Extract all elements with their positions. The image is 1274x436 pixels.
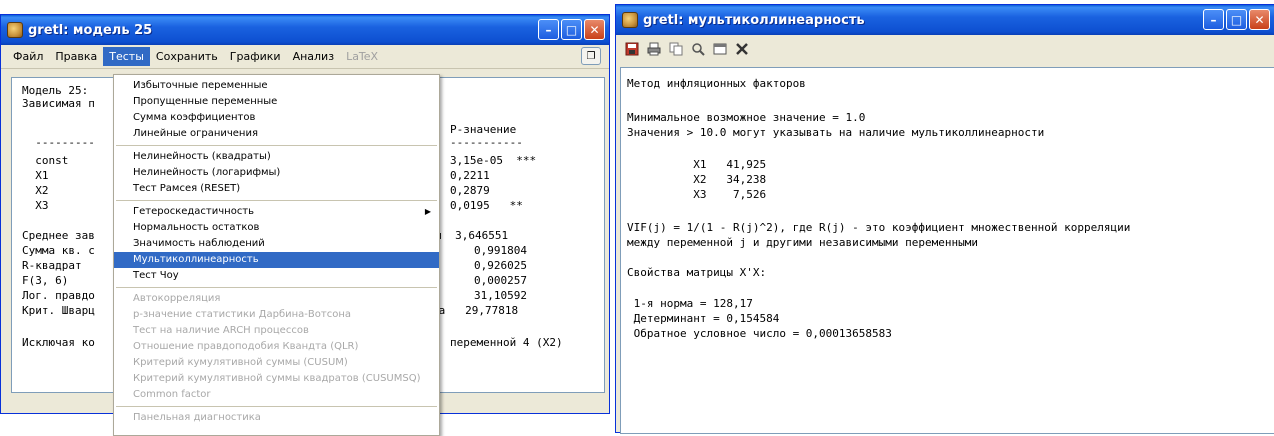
menu-item-omitted-vars[interactable]: Пропущенные переменные [114, 94, 439, 110]
menu-save[interactable]: Сохранить [150, 47, 224, 66]
menu-item-durbin-watson[interactable]: p-значение статистики Дарбина-Вотсона [114, 307, 439, 323]
restore-window-button[interactable]: ❐ [581, 47, 601, 65]
text-line: Лог. правдо [22, 289, 95, 302]
menu-file[interactable]: Файл [7, 47, 49, 66]
menu-item-autocorrelation[interactable]: Автокорреляция [114, 291, 439, 307]
menu-separator [116, 287, 437, 288]
model-menubar: Файл Правка Тесты Сохранить Графики Анал… [1, 45, 609, 69]
menu-separator [116, 145, 437, 146]
menu-item-influential-obs[interactable]: Значимость наблюдений [114, 236, 439, 252]
text-line: переменной 4 (X2) [450, 336, 563, 349]
multicollinearity-window-titlebar[interactable]: gretl: мультиколлинеарность – □ ✕ [616, 5, 1274, 35]
maximize-button[interactable]: □ [1226, 9, 1247, 30]
text-line: 0,2879 [450, 184, 490, 197]
print-icon[interactable] [646, 41, 662, 57]
text-line: X3 [22, 199, 49, 212]
text-line: Крит. Шварц [22, 304, 95, 317]
copy-icon[interactable] [668, 41, 684, 57]
menu-item-nonlinearity-logs[interactable]: Нелинейность (логарифмы) [114, 165, 439, 181]
text-line: P-значение [450, 123, 517, 136]
menu-graphs[interactable]: Графики [224, 47, 287, 66]
menu-item-heteroskedasticity[interactable]: Гетероскедастичность ▶ [114, 204, 439, 220]
text-line: 1-я норма = 128,17 [627, 297, 753, 310]
text-line: VIF(j) = 1/(1 - R(j)^2), где R(j) - это … [627, 221, 1131, 234]
close-button[interactable]: ✕ [1249, 9, 1270, 30]
text-line: на 29,77818 [432, 304, 519, 317]
multicollinearity-window: gretl: мультиколлинеарность – □ ✕ Метод … [615, 4, 1274, 434]
results-toolbar [616, 35, 1274, 63]
menu-item-cusum[interactable]: Критерий кумулятивной суммы (CUSUM) [114, 355, 439, 371]
text-line: Значения > 10.0 могут указывать на налич… [627, 126, 1045, 139]
text-line: const [22, 154, 69, 167]
text-line: Модель 25: [22, 84, 89, 97]
menu-item-linear-restrictions[interactable]: Линейные ограничения [114, 126, 439, 142]
text-line: Зависимая п [22, 97, 95, 110]
menu-item-cusumsq[interactable]: Критерий кумулятивной суммы квадратов (C… [114, 371, 439, 387]
close-button[interactable]: ✕ [584, 19, 605, 40]
menu-item-reset-test[interactable]: Тест Рамсея (RESET) [114, 181, 439, 197]
submenu-arrow-icon: ▶ [424, 207, 431, 216]
tests-dropdown-menu: Избыточные переменные Пропущенные переме… [113, 74, 440, 436]
text-line: X2 34,238 [627, 173, 767, 186]
text-line: Метод инфляционных факторов [627, 77, 806, 90]
maximize-button[interactable]: □ [561, 19, 582, 40]
text-line: R-квадрат [22, 259, 82, 272]
text-line: X2 [22, 184, 49, 197]
minimize-button[interactable]: – [1203, 9, 1224, 30]
text-line: 0,926025 [474, 259, 527, 272]
close-icon[interactable] [734, 41, 750, 57]
text-line: Сумма кв. с [22, 244, 95, 257]
window-icon[interactable] [712, 41, 728, 57]
find-icon[interactable] [690, 41, 706, 57]
menu-edit[interactable]: Правка [49, 47, 103, 66]
menu-latex[interactable]: LaTeX [340, 47, 384, 66]
text-line: Свойства матрицы X'X: [627, 266, 767, 279]
text-line: ----------- [450, 136, 523, 149]
model-window-titlebar[interactable]: gretl: модель 25 – □ ✕ [1, 15, 609, 45]
menu-item-heteroskedasticity-label: Гетероскедастичность [133, 206, 255, 217]
text-line: X1 [22, 169, 49, 182]
menu-item-normality[interactable]: Нормальность остатков [114, 220, 439, 236]
menu-item-coef-sum[interactable]: Сумма коэффициентов [114, 110, 439, 126]
menu-item-redundant-vars[interactable]: Избыточные переменные [114, 78, 439, 94]
menu-item-common-factor[interactable]: Common factor [114, 387, 439, 403]
text-line: Минимальное возможное значение = 1.0 [627, 111, 866, 124]
menu-item-chow-test[interactable]: Тест Чоу [114, 268, 439, 284]
menu-item-multicollinearity[interactable]: Мультиколлинеарность [114, 252, 439, 268]
text-line: между переменной j и другими независимым… [627, 236, 978, 249]
text-line: X3 7,526 [627, 188, 767, 201]
save-icon[interactable] [624, 41, 640, 57]
text-line: 3,15e-05 *** [450, 154, 537, 167]
text-line: 0,2211 [450, 169, 490, 182]
multicollinearity-window-title: gretl: мультиколлинеарность [643, 12, 865, 28]
minimize-button[interactable]: – [538, 19, 559, 40]
text-line: Детерминант = 0,154584 [627, 312, 780, 325]
multicollinearity-output-text[interactable]: Метод инфляционных факторов Минимальное … [620, 67, 1274, 434]
menu-analysis[interactable]: Анализ [287, 47, 341, 66]
text-line: 0,991804 [474, 244, 527, 257]
gretl-app-icon [7, 22, 23, 38]
text-line: 31,10592 [474, 289, 527, 302]
text-line: Исключая ко [22, 336, 95, 349]
text-line: X1 41,925 [627, 158, 767, 171]
menu-item-qlr[interactable]: Отношение правдоподобия Квандта (QLR) [114, 339, 439, 355]
menu-item-nonlinearity-squares[interactable]: Нелинейность (квадраты) [114, 149, 439, 165]
menu-item-panel-diagnostics[interactable]: Панельная диагностика [114, 410, 439, 426]
text-line: 0,000257 [474, 274, 527, 287]
text-line: 0,0195 ** [450, 199, 523, 212]
menu-separator [116, 200, 437, 201]
text-line: F(3, 6) [22, 274, 69, 287]
gretl-app-icon [622, 12, 638, 28]
model-window-title: gretl: модель 25 [28, 22, 153, 38]
menu-item-arch[interactable]: Тест на наличие ARCH процессов [114, 323, 439, 339]
menu-separator [116, 406, 437, 407]
text-line: Обратное условное число = 0,00013658583 [627, 327, 892, 340]
menu-tests[interactable]: Тесты [103, 47, 150, 66]
text-line: --------- [22, 136, 95, 149]
text-line: Среднее зав [22, 229, 95, 242]
